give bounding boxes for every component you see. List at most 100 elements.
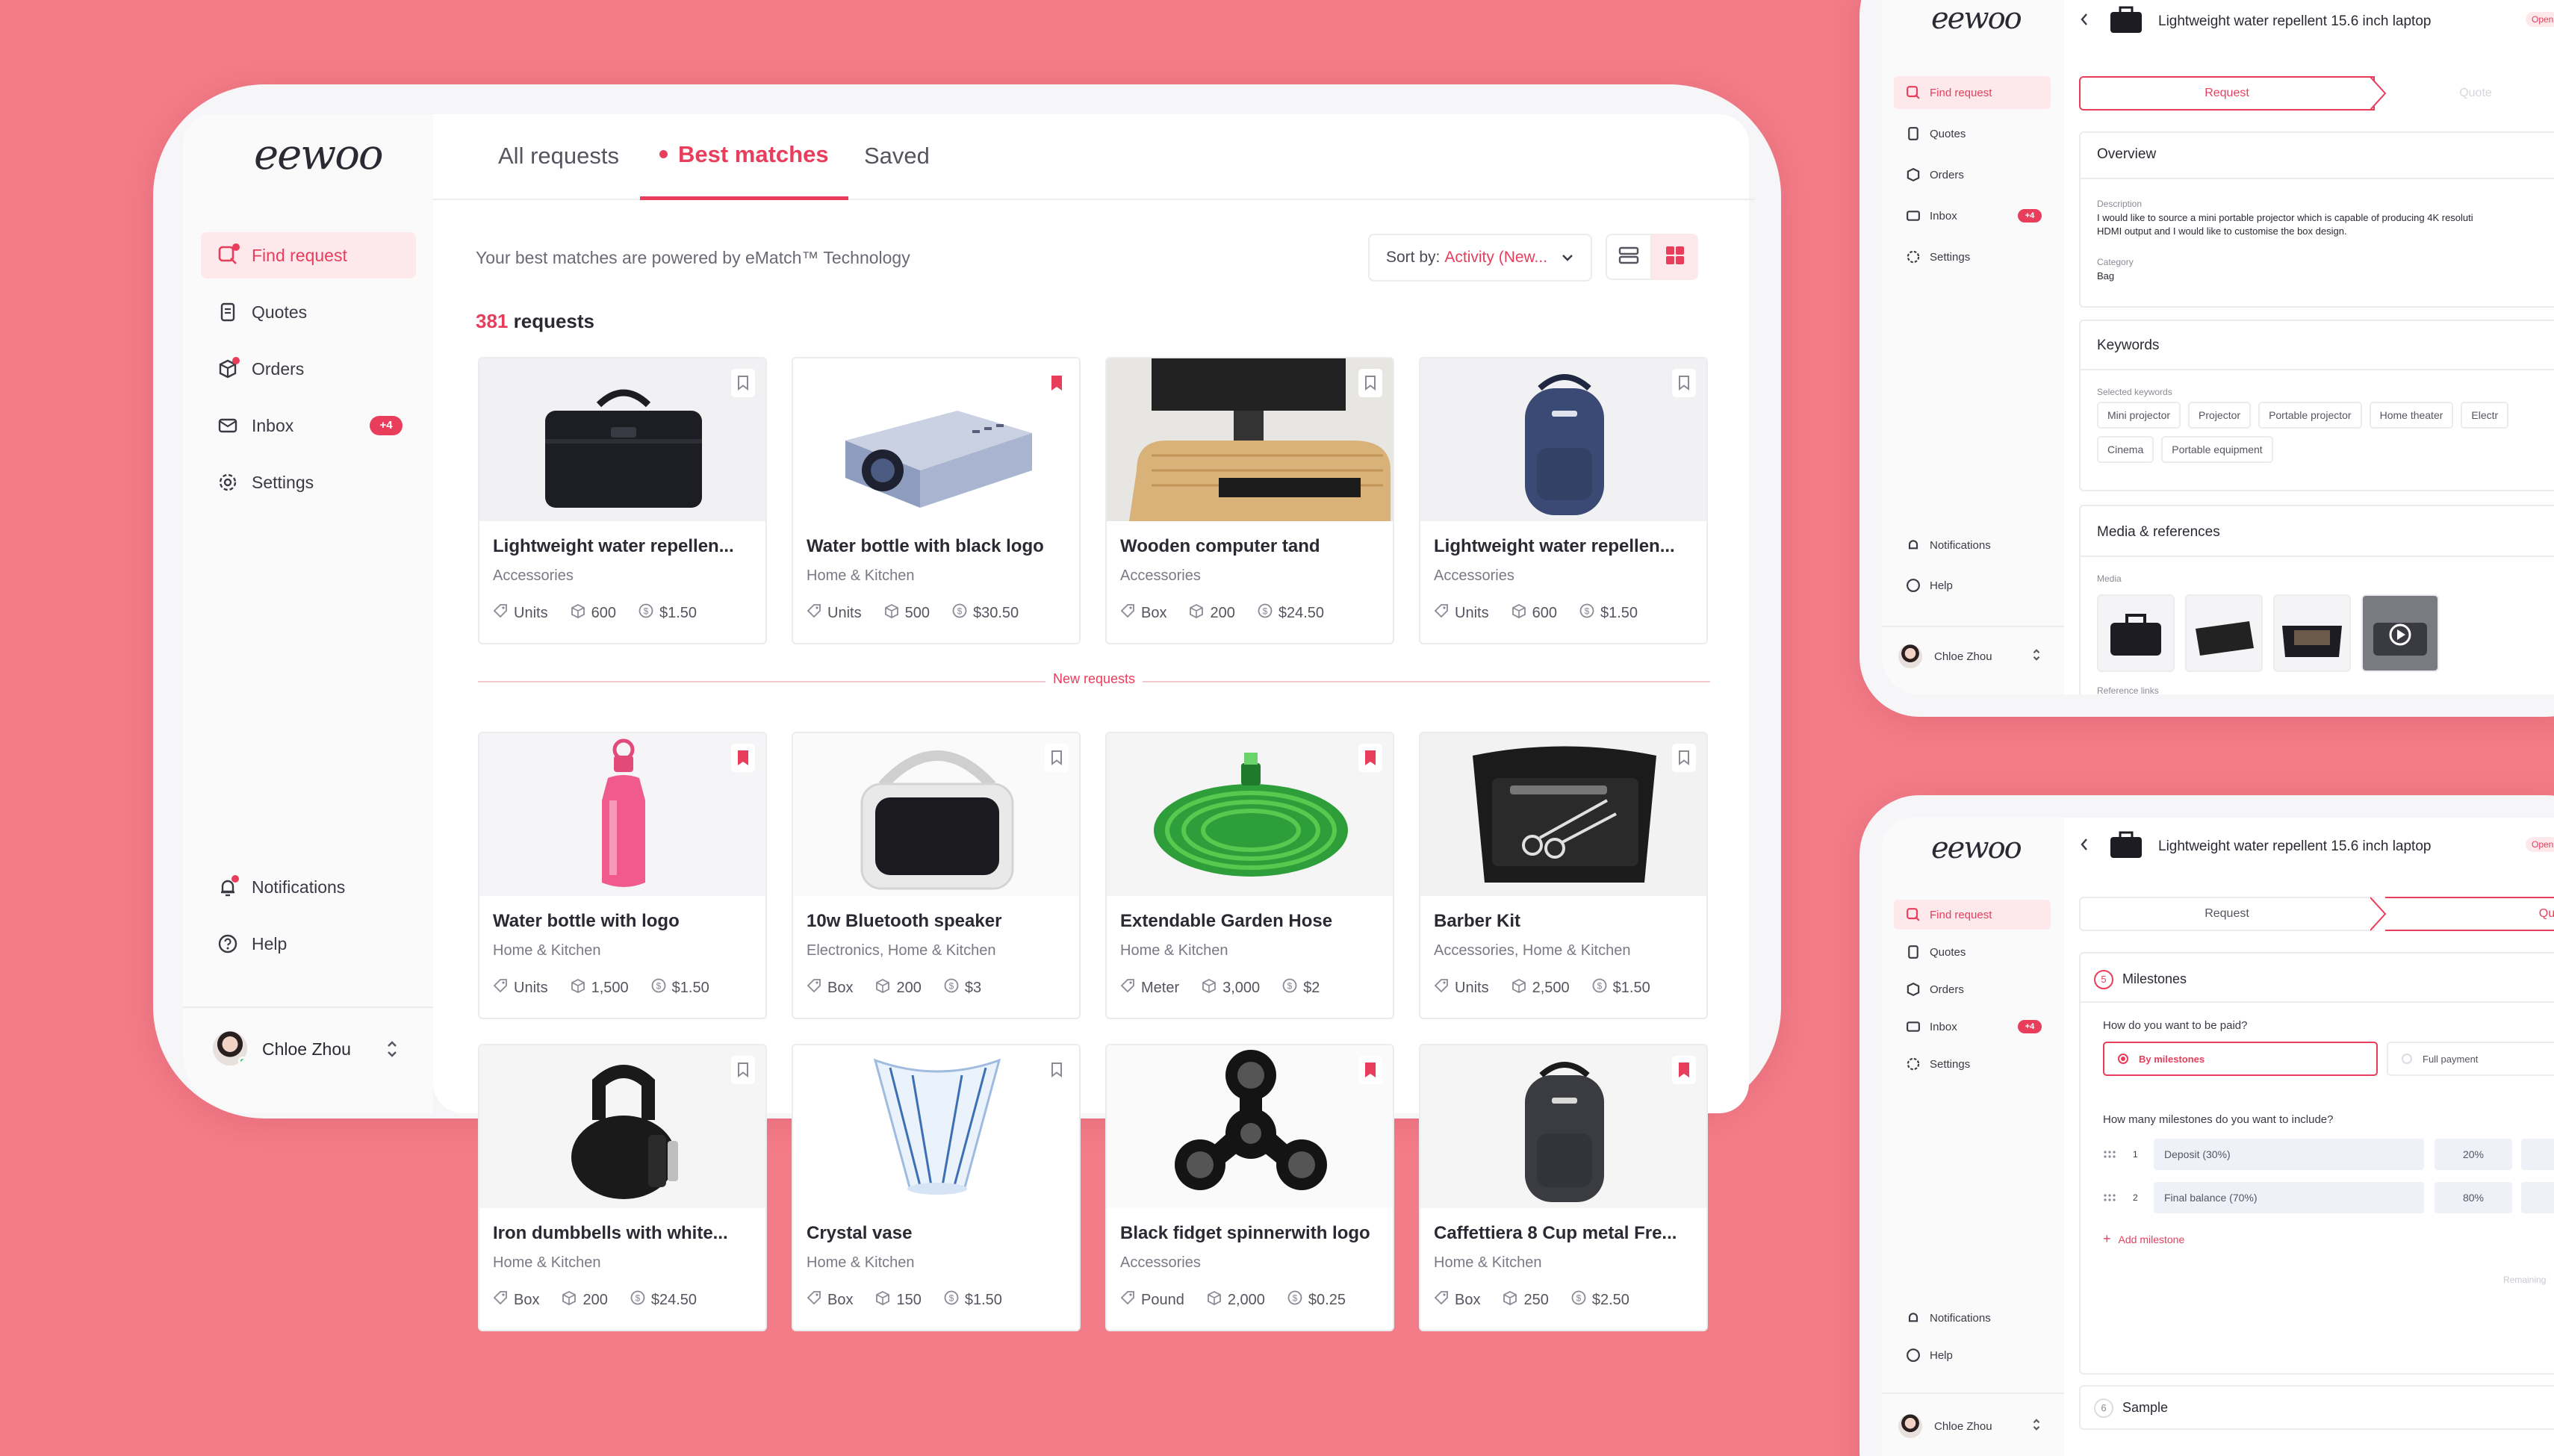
bookmark-filled-icon[interactable]	[1045, 369, 1069, 397]
request-card[interactable]: Wooden computer tand Accessories Box 200 $ $2…	[1105, 357, 1394, 644]
media-thumb[interactable]	[2273, 594, 2351, 672]
sidebar-item-quotes[interactable]: Quotes	[1894, 937, 2051, 967]
payment-question: How do you want to be paid?	[2103, 1019, 2248, 1032]
request-card[interactable]: Iron dumbbells with white... Home & Kitch…	[478, 1044, 767, 1331]
milestone-percent-field[interactable]: 20%	[2435, 1139, 2512, 1170]
keyword-chip[interactable]: Portable equipment	[2161, 436, 2273, 463]
sidebar-item-help[interactable]: Help	[1894, 1340, 2051, 1370]
sidebar-item-settings[interactable]: Settings	[1894, 240, 2051, 273]
option-by-milestones[interactable]: By milestones	[2103, 1042, 2378, 1076]
bookmark-icon[interactable]	[1672, 744, 1696, 772]
field-value: Final balance (70%)	[2164, 1192, 2258, 1204]
sidebar-item-inbox[interactable]: Inbox +4	[201, 402, 416, 449]
keyword-chip[interactable]: Mini projector	[2097, 402, 2181, 429]
sidebar-item-settings[interactable]: Settings	[1894, 1049, 2051, 1079]
keyword-chip[interactable]: Cinema	[2097, 436, 2154, 463]
sidebar-item-notifications[interactable]: Notifications	[1894, 529, 2051, 561]
card-unit: Box	[1141, 604, 1167, 621]
tab-all-requests[interactable]: All requests	[498, 112, 619, 200]
card-meta: Units 600 $ $1.50	[1434, 603, 1660, 623]
bookmark-icon[interactable]	[1045, 1056, 1069, 1084]
drag-handle-icon[interactable]	[2103, 1192, 2116, 1206]
milestone-amount-field[interactable]	[2521, 1139, 2554, 1170]
bookmark-icon[interactable]	[1358, 369, 1382, 397]
quotes-icon	[1908, 945, 1918, 959]
request-card[interactable]: 10w Bluetooth speaker Electronics, Home &…	[792, 732, 1081, 1019]
sidebar-item-orders[interactable]: Orders	[1894, 974, 2051, 1004]
sidebar-item-help[interactable]: Help	[201, 921, 416, 967]
keyword-chip[interactable]: Home theater	[2369, 402, 2454, 429]
bookmark-filled-icon[interactable]	[1672, 1056, 1696, 1084]
sidebar-item-help[interactable]: Help	[1894, 569, 2051, 602]
request-card[interactable]: Crystal vase Home & Kitchen Box 150 $ $1.50	[792, 1044, 1081, 1331]
user-menu[interactable]: Chloe Zhou	[1898, 1412, 2055, 1442]
bookmark-filled-icon[interactable]	[1358, 744, 1382, 772]
request-card[interactable]: Black fidget spinnerwith logo Accessories…	[1105, 1044, 1394, 1331]
sidebar-item-quotes[interactable]: Quotes	[1894, 117, 2051, 150]
add-milestone-button[interactable]: + Add milestone	[2103, 1231, 2184, 1247]
sidebar-item-notifications[interactable]: Notifications	[201, 864, 416, 910]
bookmark-icon[interactable]	[1672, 369, 1696, 397]
sort-dropdown[interactable]: Sort by: Activity (New...	[1368, 234, 1592, 281]
request-card[interactable]: Water bottle with logo Home & Kitchen Unit…	[478, 732, 767, 1019]
tab-saved[interactable]: Saved	[864, 112, 930, 200]
grid-view-button[interactable]	[1652, 234, 1698, 280]
sidebar-item-orders[interactable]: Orders	[1894, 158, 2051, 191]
sidebar-item-find-request[interactable]: Find request	[201, 232, 416, 279]
keyword-row: Mini projector Projector Portable projecto…	[2097, 402, 2516, 438]
media-thumb[interactable]	[2185, 594, 2263, 672]
keywords-heading: Keywords	[2097, 337, 2160, 353]
milestone-name-field[interactable]: Deposit (30%)	[2154, 1139, 2424, 1170]
svg-text:$: $	[949, 1293, 954, 1304]
tab-best-matches[interactable]: Best matches	[640, 112, 848, 200]
sidebar-item-orders[interactable]: Orders	[201, 346, 416, 392]
step-quote[interactable]: Quo	[2385, 897, 2554, 931]
milestone-percent-field[interactable]: 80%	[2435, 1182, 2512, 1213]
media-thumb[interactable]	[2097, 594, 2175, 672]
bookmark-icon[interactable]	[731, 1056, 755, 1084]
bookmark-icon[interactable]	[1045, 744, 1069, 772]
card-price: $1.50	[1612, 979, 1650, 996]
card-quantity: 500	[904, 604, 930, 621]
svg-text:$: $	[1293, 1293, 1298, 1304]
sort-label: Sort by:	[1386, 249, 1441, 266]
step-quote[interactable]: Quote	[2390, 76, 2554, 111]
card-category: Accessories	[493, 567, 574, 584]
drag-handle-icon[interactable]	[2103, 1149, 2116, 1163]
add-milestone-label: Add milestone	[2118, 1233, 2185, 1245]
request-card[interactable]: Water bottle with black logo Home & Kitch…	[792, 357, 1081, 644]
sidebar-item-find-request[interactable]: Find request	[1894, 76, 2051, 109]
bookmark-icon[interactable]	[731, 369, 755, 397]
step-request[interactable]: Request	[2079, 76, 2375, 111]
user-menu[interactable]: Chloe Zhou	[213, 1024, 414, 1076]
keyword-chip[interactable]: Portable projector	[2258, 402, 2362, 429]
find-request-icon	[217, 243, 240, 266]
milestone-name-field[interactable]: Final balance (70%)	[2154, 1182, 2424, 1213]
sidebar-item-inbox[interactable]: Inbox +4	[1894, 199, 2051, 232]
keyword-chip[interactable]: Projector	[2188, 402, 2252, 429]
user-menu[interactable]: Chloe Zhou	[1898, 642, 2055, 672]
request-card[interactable]: Barber Kit Accessories, Home & Kitchen Uni…	[1419, 732, 1708, 1019]
option-full-payment[interactable]: Full payment	[2387, 1042, 2554, 1076]
sample-card[interactable]: 6 Sample	[2079, 1385, 2554, 1430]
sidebar-item-notifications[interactable]: Notifications	[1894, 1303, 2051, 1333]
bookmark-filled-icon[interactable]	[1358, 1056, 1382, 1084]
keyword-chip[interactable]: Electr	[2461, 402, 2509, 429]
back-chevron-icon[interactable]	[2079, 837, 2090, 856]
sidebar-item-settings[interactable]: Settings	[201, 459, 416, 505]
request-card[interactable]: Lightweight water repellen... Accessories…	[1419, 357, 1708, 644]
box-icon	[1503, 1290, 1523, 1310]
sidebar-item-find-request[interactable]: Find request	[1894, 900, 2051, 930]
bookmark-filled-icon[interactable]	[731, 744, 755, 772]
sidebar-item-quotes[interactable]: Quotes	[201, 289, 416, 335]
step-request[interactable]: Request	[2079, 897, 2375, 931]
back-chevron-icon[interactable]	[2079, 12, 2090, 31]
list-view-button[interactable]	[1606, 234, 1652, 280]
milestone-amount-field[interactable]	[2521, 1182, 2554, 1213]
request-card[interactable]: Caffettiera 8 Cup metal Fre... Home & Kit…	[1419, 1044, 1708, 1331]
sidebar-item-inbox[interactable]: Inbox +4	[1894, 1012, 2051, 1042]
card-title: 10w Bluetooth speaker	[807, 911, 1002, 931]
request-card[interactable]: Extendable Garden Hose Home & Kitchen Mete…	[1105, 732, 1394, 1019]
media-thumb-video[interactable]	[2361, 594, 2439, 672]
request-card[interactable]: Lightweight water repellen... Accessories…	[478, 357, 767, 644]
